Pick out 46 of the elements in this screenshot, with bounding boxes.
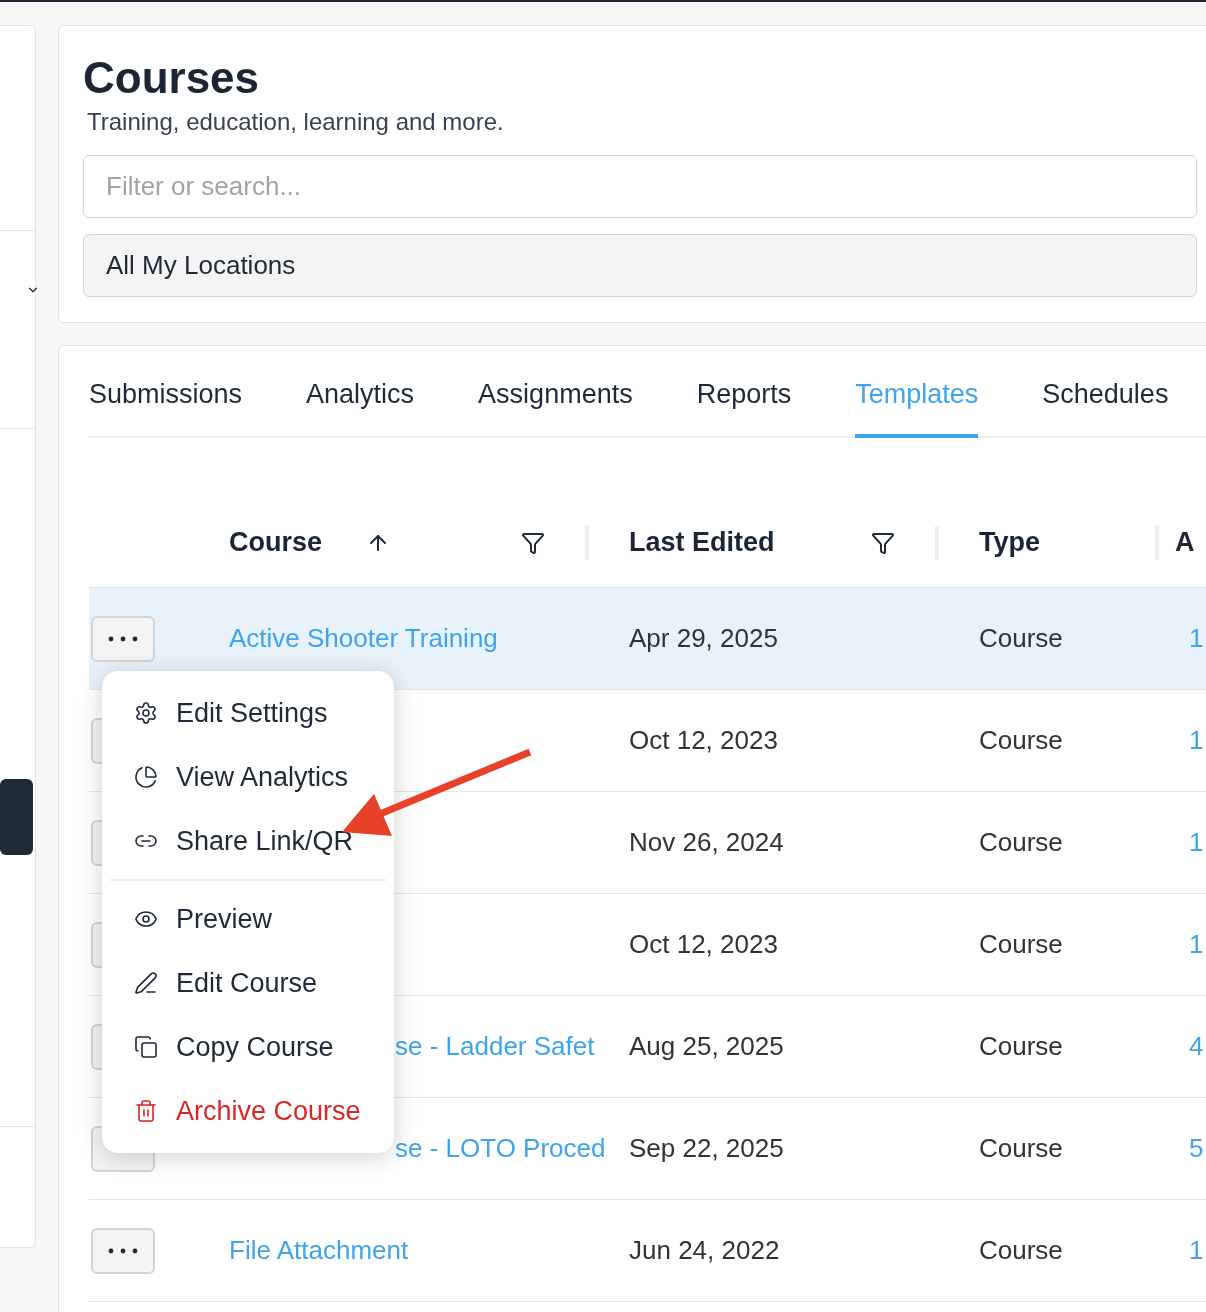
tab[interactable]: Schedules (1042, 373, 1169, 438)
table-cell: 4 (1189, 1031, 1204, 1061)
filter-icon[interactable] (871, 530, 895, 555)
copy-icon (134, 1035, 158, 1059)
column-header[interactable]: Last Edited (629, 522, 775, 563)
table-cell: Oct 12, 2023 (629, 725, 778, 755)
table-cell: Apr 29, 2025 (629, 623, 778, 653)
table-cell: Course (979, 827, 1063, 857)
table-cell: Course (979, 725, 1063, 755)
gear-icon (134, 701, 158, 725)
table-cell: Course (979, 929, 1063, 959)
trash-icon (134, 1099, 158, 1123)
table-cell: Course (979, 623, 1063, 653)
tab[interactable]: Assignments (478, 373, 633, 438)
tab[interactable]: Analytics (306, 373, 415, 438)
ellipsis-icon (107, 1247, 139, 1254)
menu-item[interactable]: Share Link/QR (110, 809, 386, 873)
page-subtitle: Training, education, learning and more. (87, 107, 505, 137)
table-cell: Course (979, 1133, 1063, 1163)
column-header[interactable]: A (1175, 522, 1195, 563)
table-cell: Nov 26, 2024 (629, 827, 784, 857)
table-cell: 1 (1189, 725, 1204, 755)
menu-item[interactable]: Copy Course (110, 1015, 386, 1079)
table-cell: 1 (1189, 1235, 1204, 1265)
table-cell: 1 (1189, 623, 1204, 653)
search-field[interactable]: Filter or search... (83, 155, 1197, 218)
filter-icon[interactable] (521, 530, 545, 555)
menu-item[interactable]: Edit Course (110, 951, 386, 1015)
column-header[interactable]: Type (979, 522, 1040, 563)
pie-chart-icon (134, 765, 158, 789)
table-cell: 5 (1189, 1133, 1204, 1163)
tab[interactable]: Submissions (89, 373, 243, 438)
page-title: Courses (83, 52, 261, 104)
table-cell: Sep 22, 2025 (629, 1133, 784, 1163)
table-cell: Aug 25, 2025 (629, 1031, 784, 1061)
table-cell: 1 (1189, 827, 1204, 857)
tab[interactable]: Reports (696, 373, 792, 438)
table-cell: Oct 12, 2023 (629, 929, 778, 959)
pen-icon (134, 971, 158, 995)
table-cell: Course (979, 1031, 1063, 1061)
table-cell: Course (979, 1235, 1063, 1265)
location-select[interactable]: All My Locations (83, 234, 1197, 297)
table-cell: Jun 24, 2022 (629, 1235, 780, 1265)
ellipsis-icon (107, 635, 139, 642)
table-cell: 1 (1189, 929, 1204, 959)
column-header[interactable]: Course (229, 522, 323, 563)
